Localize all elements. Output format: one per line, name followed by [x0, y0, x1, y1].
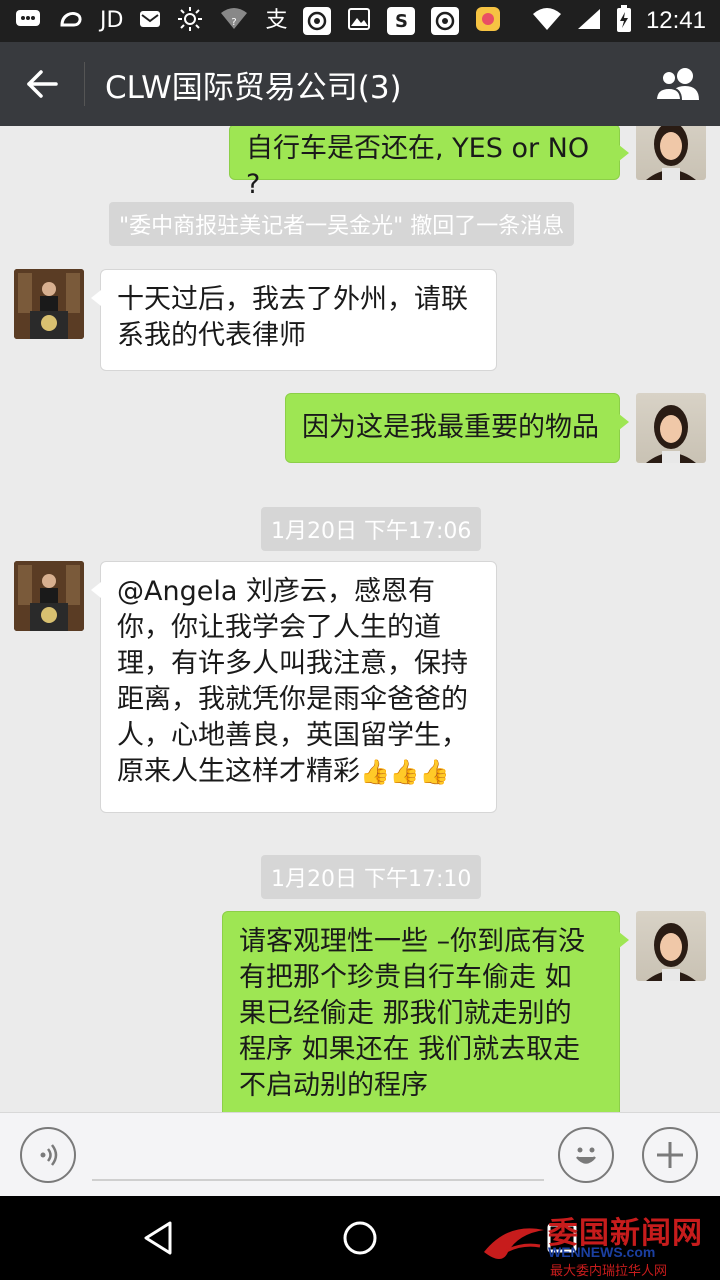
message-text: 因为这是我最重要的物品: [302, 412, 599, 443]
brightness-icon: [177, 6, 203, 37]
chat-header: CLW国际贸易公司(3): [0, 42, 720, 126]
message-line: 有把那个珍贵自行车偷走 如: [239, 962, 572, 993]
timestamp-divider: 1月20日 下午17:10: [261, 855, 482, 899]
avatar-contact[interactable]: [14, 269, 84, 339]
recall-notice: "委中商报驻美记者一吴金光" 撤回了一条消息: [109, 202, 575, 246]
message-line: 程序 如果还在 我们就去取走: [239, 1034, 581, 1065]
weibo-icon-2: [431, 7, 460, 35]
message-icon: [14, 7, 42, 36]
sogou-icon: S: [387, 7, 416, 35]
mail-icon: [139, 8, 161, 35]
voice-input-button[interactable]: [20, 1127, 76, 1183]
message-line: 请客观理性一些 –你到底有没: [239, 926, 586, 957]
wifi-question-icon: ?: [219, 7, 249, 36]
message-text: 原来人生这样才精彩: [117, 756, 360, 787]
message-line: 理，有许多人叫我注意，保持: [117, 648, 468, 679]
message-line: 距离，我就凭你是雨伞爸爸的: [117, 684, 468, 715]
message-bubble-outgoing[interactable]: 自行车是否还在, YES or NO ?: [229, 126, 629, 200]
status-time: 12:41: [645, 7, 706, 34]
header-divider: [84, 62, 85, 106]
message-line: 系我的代表律师: [117, 320, 306, 351]
avatar-contact[interactable]: [14, 561, 84, 631]
timestamp-divider: 1月20日 下午17:06: [261, 507, 482, 551]
group-members-button[interactable]: [636, 42, 720, 126]
notification-icons: JD ? 支 S: [14, 6, 532, 37]
app-store-icon: [475, 6, 501, 37]
people-icon: [654, 68, 699, 101]
thumbs-up-emoji: 👍👍👍: [360, 758, 450, 786]
message-bubble-outgoing[interactable]: 因为这是我最重要的物品: [285, 393, 629, 463]
message-line: @Angela 刘彦云，感恩有: [117, 576, 435, 607]
svg-text:?: ?: [232, 17, 237, 28]
uc-browser-icon: [58, 7, 84, 36]
message-line: 原来人生这样才精彩👍👍👍: [117, 754, 480, 790]
nav-back-button[interactable]: [128, 1210, 188, 1266]
triangle-back-icon: [144, 1221, 172, 1255]
message-list[interactable]: 自行车是否还在, YES or NO ? "委中商报驻美记者一吴金光" 撤回了一…: [0, 126, 720, 1112]
message-bubble-incoming[interactable]: @Angela 刘彦云，感恩有 你，你让我学会了人生的道 理，有许多人叫我注意，…: [91, 561, 497, 813]
weibo-icon: [303, 7, 332, 35]
watermark: 委国新闻网 WENNEWS.com 最大委内瑞拉华人网: [478, 1208, 718, 1279]
wifi-icon: [532, 7, 562, 36]
message-line: 果已经偷走 那我们就走别的: [239, 998, 572, 1029]
more-options-button[interactable]: [642, 1127, 698, 1183]
plus-icon: [657, 1142, 683, 1168]
message-text: 自行车是否还在, YES or NO ?: [246, 133, 590, 200]
message-line: 你，你让我学会了人生的道: [117, 612, 441, 643]
message-line: 人，心地善良，英国留学生，: [117, 720, 468, 751]
avatar-self[interactable]: [636, 393, 706, 463]
message-bubble-incoming[interactable]: 十天过后，我去了外州，请联 系我的代表律师: [91, 269, 497, 371]
battery-charging-icon: [616, 4, 632, 38]
chat-title: CLW国际贸易公司(3): [105, 69, 402, 106]
circle-home-icon: [343, 1221, 377, 1255]
signal-icon: [576, 7, 602, 36]
smiley-icon: [576, 1147, 596, 1164]
text-input[interactable]: [92, 1179, 544, 1181]
emoji-button[interactable]: [558, 1127, 614, 1183]
back-button[interactable]: [0, 42, 84, 126]
watermark-logo: [484, 1228, 544, 1259]
jd-icon: JD: [100, 8, 124, 33]
avatar-self[interactable]: [636, 911, 706, 981]
arrow-left-icon: [27, 70, 58, 98]
message-line: 十天过后，我去了外州，请联: [117, 284, 468, 315]
status-bar: JD ? 支 S 12:41: [0, 0, 720, 42]
system-status: 12:41: [532, 4, 706, 38]
avatar-self[interactable]: [636, 126, 706, 180]
alipay-icon: 支: [265, 8, 288, 33]
image-icon: [347, 7, 371, 36]
message-line: 不启动别的程序: [239, 1070, 428, 1101]
voice-icon: [40, 1144, 58, 1166]
watermark-subtitle: 最大委内瑞拉华人网: [550, 1264, 668, 1279]
message-bubble-outgoing[interactable]: 请客观理性一些 –你到底有没 有把那个珍贵自行车偷走 如 果已经偷走 那我们就走…: [222, 911, 629, 1112]
watermark-url: WENNEWS.com: [548, 1244, 656, 1260]
message-input-bar: [0, 1112, 720, 1196]
nav-home-button[interactable]: [330, 1210, 390, 1266]
